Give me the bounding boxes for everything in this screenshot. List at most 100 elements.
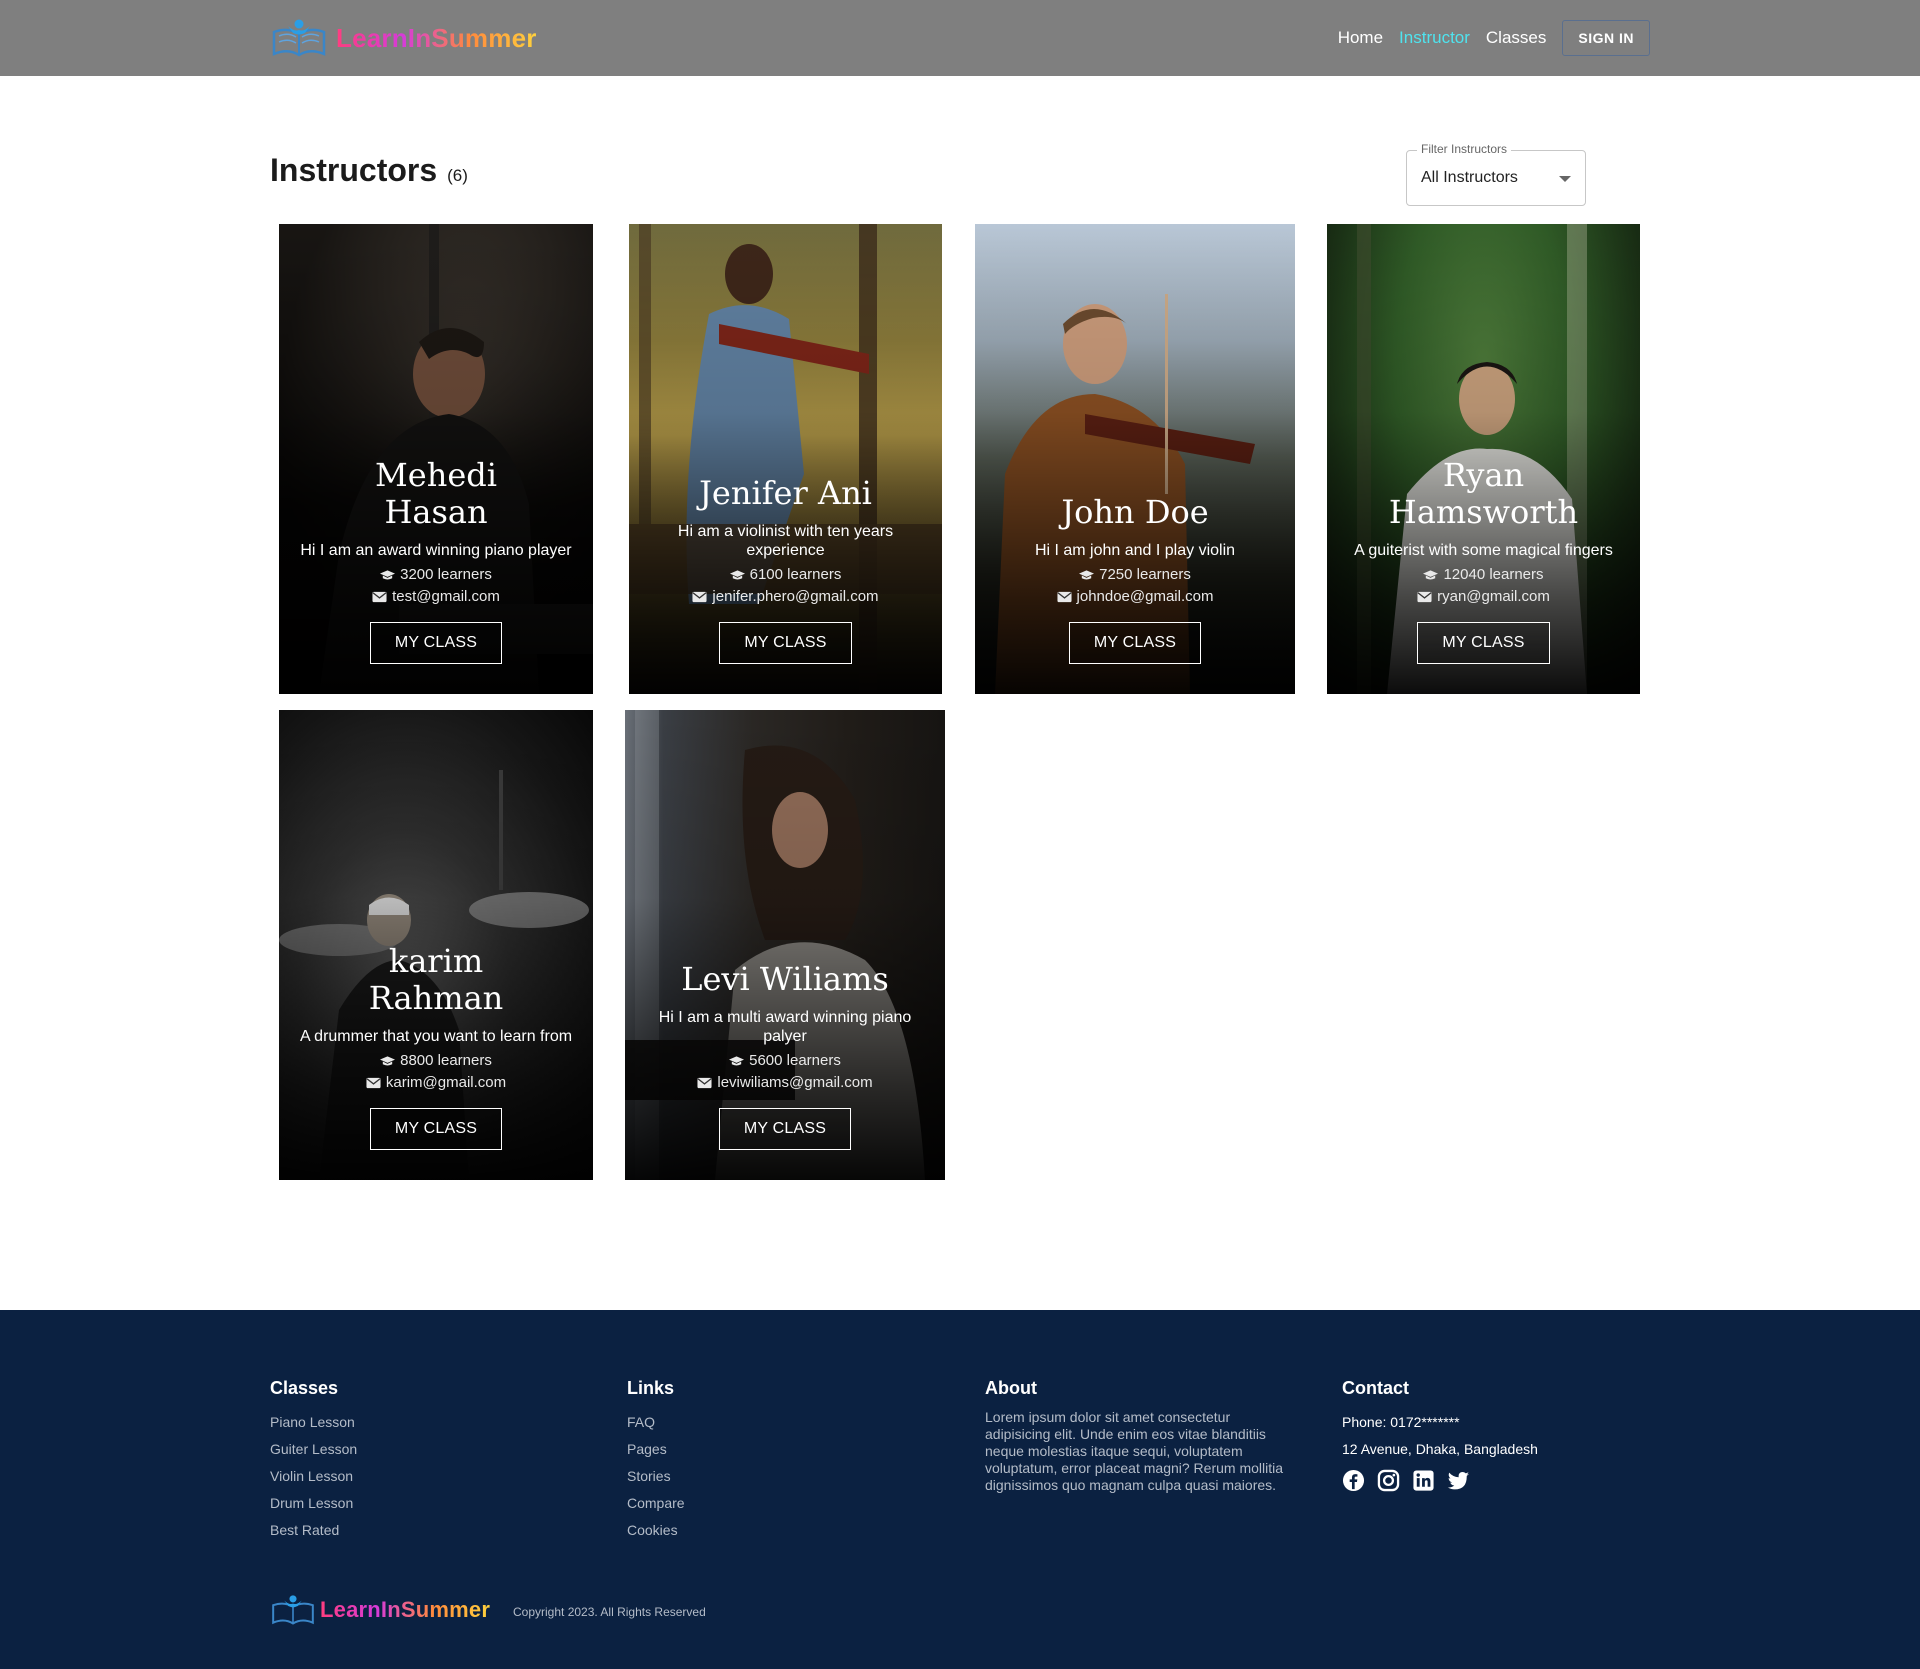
card-content: Mehedi Hasan Hi I am an award winning pi… [279, 457, 593, 664]
footer-brand[interactable]: LearnInSummer [270, 1594, 490, 1626]
instructor-name: karim Rahman [368, 942, 504, 1017]
book-logo-icon [272, 1595, 314, 1625]
envelope-icon [372, 591, 387, 603]
instructor-email: test@gmail.com [372, 586, 500, 608]
learners-count: 5600 learners [729, 1050, 841, 1072]
footer-link-compare[interactable]: Compare [627, 1490, 685, 1517]
filter-instructors-select[interactable]: Filter Instructors All Instructors [1406, 142, 1586, 206]
envelope-icon [692, 591, 707, 603]
my-class-button[interactable]: MY CLASS [718, 1108, 852, 1150]
instructor-name: Ryan Hamsworth [1388, 456, 1579, 531]
footer-contact-title: Contact [1342, 1378, 1409, 1398]
copyright-text: Copyright 2023. All Rights Reserved [513, 1605, 706, 1619]
sign-in-button[interactable]: SIGN IN [1562, 20, 1650, 56]
brand[interactable]: LearnInSummer [270, 18, 537, 58]
learners-text: 8800 learners [400, 1052, 492, 1069]
social-links [1342, 1469, 1538, 1492]
email-text: jenifer.phero@gmail.com [712, 588, 879, 605]
contact-address: 12 Avenue, Dhaka, Bangladesh [1342, 1441, 1538, 1457]
footer-classes: Classes Piano Lesson Guiter Lesson Violi… [270, 1378, 357, 1544]
nav-link-home[interactable]: Home [1338, 28, 1383, 48]
instructor-card-john-doe: John Doe Hi I am john and I play violin … [975, 224, 1295, 694]
footer-about-text: Lorem ipsum dolor sit amet consectetur a… [985, 1409, 1284, 1493]
graduation-cap-icon [729, 570, 745, 580]
instructor-card-mehedi-hasan: Mehedi Hasan Hi I am an award winning pi… [279, 224, 593, 694]
footer-link-faq[interactable]: FAQ [627, 1409, 685, 1436]
email-text: leviwiliams@gmail.com [717, 1074, 873, 1091]
footer-link-pages[interactable]: Pages [627, 1436, 685, 1463]
instructor-email: karim@gmail.com [366, 1072, 506, 1094]
card-content: John Doe Hi I am john and I play violin … [975, 494, 1295, 664]
my-class-button[interactable]: MY CLASS [719, 622, 852, 664]
learners-text: 12040 learners [1443, 566, 1544, 583]
my-class-button[interactable]: MY CLASS [369, 1108, 503, 1150]
my-class-button[interactable]: MY CLASS [369, 622, 503, 664]
footer-link-best-rated[interactable]: Best Rated [270, 1517, 357, 1544]
footer-link-guiter-lesson[interactable]: Guiter Lesson [270, 1436, 357, 1463]
my-class-button[interactable]: MY CLASS [1068, 622, 1202, 664]
card-content: Ryan Hamsworth A guiterist with some mag… [1327, 457, 1640, 664]
instructor-email: jenifer.phero@gmail.com [692, 586, 879, 608]
footer-classes-title: Classes [270, 1378, 339, 1398]
card-content: Jenifer Ani Hi am a violinist with ten y… [629, 475, 942, 664]
instructor-bio: A guiterist with some magical fingers [1354, 542, 1613, 559]
footer-link-violin-lesson[interactable]: Violin Lesson [270, 1463, 357, 1490]
nav-link-instructor[interactable]: Instructor [1399, 28, 1470, 48]
learners-count: 7250 learners [1079, 564, 1191, 586]
instructor-name: Levi Wiliams [681, 960, 889, 998]
graduation-cap-icon [380, 570, 396, 580]
filter-value: All Instructors [1421, 169, 1518, 186]
envelope-icon [1417, 591, 1432, 603]
footer-link-cookies[interactable]: Cookies [627, 1517, 685, 1544]
navbar: LearnInSummer Home Instructor Classes SI… [0, 0, 1920, 76]
instructor-card-jenifer-ani: Jenifer Ani Hi am a violinist with ten y… [629, 224, 942, 694]
graduation-cap-icon [380, 1056, 396, 1066]
contact-phone: Phone: 0172******* [1342, 1414, 1460, 1430]
graduation-cap-icon [1423, 570, 1439, 580]
learners-count: 6100 learners [729, 564, 842, 586]
footer-contact: Contact Phone: 0172******* 12 Avenue, Dh… [1342, 1378, 1538, 1492]
footer-link-drum-lesson[interactable]: Drum Lesson [270, 1490, 357, 1517]
instructor-name: Jenifer Ani [699, 474, 872, 512]
footer-link-stories[interactable]: Stories [627, 1463, 685, 1490]
instructor-bio: A drummer that you want to learn from [299, 1028, 573, 1045]
instructor-name: John Doe [1061, 493, 1209, 531]
learners-text: 6100 learners [749, 566, 842, 583]
instructor-count: (6) [447, 166, 468, 185]
learners-text: 3200 learners [400, 566, 492, 583]
instructor-card-levi-wiliams: Levi Wiliams Hi I am a multi award winni… [625, 710, 945, 1180]
learners-text: 5600 learners [749, 1052, 841, 1069]
learners-count: 3200 learners [380, 564, 492, 586]
footer-about-title: About [985, 1378, 1037, 1398]
learners-text: 7250 learners [1099, 566, 1191, 583]
brand-name: LearnInSummer [336, 22, 537, 53]
card-content: karim Rahman A drummer that you want to … [279, 943, 593, 1150]
email-text: test@gmail.com [392, 588, 500, 605]
footer-links: Links FAQ Pages Stories Compare Cookies [627, 1378, 685, 1544]
twitter-icon[interactable] [1447, 1469, 1470, 1492]
instructor-card-karim-rahman: karim Rahman A drummer that you want to … [279, 710, 593, 1180]
footer-links-title: Links [627, 1378, 675, 1398]
card-content: Levi Wiliams Hi I am a multi award winni… [625, 961, 945, 1150]
envelope-icon [697, 1077, 712, 1089]
graduation-cap-icon [1079, 570, 1095, 580]
instructor-email: leviwiliams@gmail.com [697, 1072, 873, 1094]
envelope-icon [366, 1077, 381, 1089]
instructor-email: johndoe@gmail.com [1056, 586, 1213, 608]
instructor-bio: Hi I am john and I play violin [1034, 542, 1236, 559]
instructor-bio: Hi am a violinist with ten years experie… [677, 523, 894, 559]
nav-links: Home Instructor Classes SIGN IN [1338, 20, 1650, 56]
facebook-icon[interactable] [1342, 1469, 1365, 1492]
learners-count: 8800 learners [380, 1050, 492, 1072]
nav-link-classes[interactable]: Classes [1486, 28, 1546, 48]
footer-about: About Lorem ipsum dolor sit amet consect… [985, 1378, 1290, 1494]
instructor-email: ryan@gmail.com [1417, 586, 1550, 608]
footer-brand-name: LearnInSummer [320, 1597, 491, 1622]
instructor-bio: Hi I am an award winning piano player [300, 542, 572, 559]
filter-label: Filter Instructors [1417, 142, 1512, 156]
graduation-cap-icon [729, 1056, 745, 1066]
instagram-icon[interactable] [1377, 1469, 1400, 1492]
linkedin-icon[interactable] [1412, 1469, 1435, 1492]
footer-link-piano-lesson[interactable]: Piano Lesson [270, 1409, 357, 1436]
my-class-button[interactable]: MY CLASS [1417, 622, 1550, 664]
